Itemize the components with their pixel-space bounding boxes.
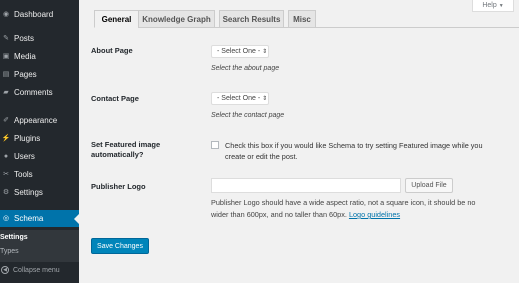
- collapse-menu-button[interactable]: ◀ Collapse menu: [0, 266, 60, 274]
- select-arrows-icon: ⇕: [262, 96, 268, 102]
- sidebar-item-label: Posts: [14, 34, 35, 43]
- pages-icon: ▤: [2, 71, 10, 78]
- publisher-logo-input[interactable]: [211, 178, 401, 193]
- sidebar-item-label: Pages: [14, 70, 37, 79]
- publisher-logo-description: Publisher Logo should have a wide aspect…: [211, 197, 511, 221]
- help-tab-button[interactable]: Help ▼: [472, 0, 514, 12]
- featured-image-label-line2: automatically?: [91, 150, 144, 159]
- publisher-logo-label: Publisher Logo: [91, 182, 146, 191]
- sidebar-item-appearance[interactable]: ✐ Appearance: [0, 112, 79, 129]
- featured-image-text-line1: Check this box if you would like Schema …: [225, 141, 483, 150]
- sidebar-item-pages[interactable]: ▤ Pages: [0, 66, 79, 83]
- sidebar-item-schema[interactable]: ◎ Schema: [0, 210, 79, 227]
- contact-page-label: Contact Page: [91, 94, 139, 103]
- select-arrows-icon: ⇕: [262, 49, 268, 55]
- brush-icon: ✐: [3, 117, 9, 124]
- settings-icon: ⚙: [2, 189, 10, 196]
- submenu-item-settings[interactable]: Settings: [0, 234, 28, 241]
- media-icon: ▣: [2, 53, 10, 60]
- chevron-down-icon: ▼: [498, 2, 504, 9]
- sidebar-item-dashboard[interactable]: ◉ Dashboard: [0, 6, 79, 23]
- schema-submenu: Settings Types: [0, 230, 79, 262]
- sidebar-item-users[interactable]: ● Users: [0, 148, 79, 165]
- pin-icon: ✎: [3, 35, 9, 42]
- sidebar-item-label: Comments: [14, 88, 53, 97]
- sidebar-item-label: Appearance: [14, 116, 58, 125]
- sidebar-item-label: Media: [14, 52, 36, 61]
- sidebar-item-tools[interactable]: ✂ Tools: [0, 166, 79, 183]
- comments-icon: ▰: [3, 89, 9, 96]
- sidebar-item-label: Dashboard: [14, 10, 54, 19]
- schema-icon: ◎: [2, 215, 10, 222]
- help-label: Help: [482, 2, 497, 9]
- about-page-select-value: - Select One -: [217, 48, 261, 55]
- contact-page-select[interactable]: - Select One - ⇕: [211, 92, 269, 105]
- wrench-icon: ✂: [3, 171, 9, 178]
- dashboard-icon: ◉: [2, 11, 10, 18]
- logo-guidelines-link[interactable]: Logo guidelines: [349, 210, 400, 219]
- contact-page-select-value: - Select One -: [217, 95, 261, 102]
- sidebar-item-settings[interactable]: ⚙ Settings: [0, 184, 79, 201]
- featured-image-help-text: Check this box if you would like Schema …: [225, 140, 515, 162]
- sidebar-item-label: Schema: [14, 214, 44, 223]
- tab-general[interactable]: General: [94, 10, 139, 28]
- publisher-logo-desc-line2-text: wider than 600px, and no taller than 60p…: [211, 210, 347, 219]
- about-page-description: Select the about page: [211, 65, 280, 72]
- about-page-label: About Page: [91, 46, 133, 55]
- upload-file-button[interactable]: Upload File: [405, 178, 453, 193]
- users-icon: ●: [3, 153, 9, 160]
- sidebar-item-comments[interactable]: ▰ Comments: [0, 84, 79, 101]
- collapse-icon: ◀: [1, 266, 9, 274]
- sidebar-item-plugins[interactable]: ⚡ Plugins: [0, 130, 79, 147]
- submenu-item-types[interactable]: Types: [0, 248, 19, 255]
- sidebar-item-label: Settings: [14, 188, 43, 197]
- plugin-icon: ⚡: [1, 135, 11, 142]
- save-changes-button[interactable]: Save Changes: [91, 238, 149, 254]
- sidebar-item-label: Users: [14, 152, 35, 161]
- sidebar-item-posts[interactable]: ✎ Posts: [0, 30, 79, 47]
- tab-search-results[interactable]: Search Results: [219, 10, 284, 28]
- tab-misc[interactable]: Misc: [288, 10, 316, 28]
- sidebar-item-media[interactable]: ▣ Media: [0, 48, 79, 65]
- tab-knowledge-graph[interactable]: Knowledge Graph: [138, 10, 215, 28]
- contact-page-description: Select the contact page: [211, 112, 285, 119]
- publisher-logo-desc-line1: Publisher Logo should have a wide aspect…: [211, 198, 476, 207]
- publisher-logo-desc-line2: wider than 600px, and no taller than 60p…: [211, 209, 511, 221]
- featured-image-label: Set Featured image automatically?: [91, 140, 160, 160]
- featured-image-label-line1: Set Featured image: [91, 140, 161, 149]
- featured-image-text-line2: create or edit the post.: [225, 152, 298, 161]
- featured-image-checkbox[interactable]: [211, 141, 219, 149]
- admin-sidebar: ◉ Dashboard ✎ Posts ▣ Media ▤ Pages ▰ Comments ✐ Ap…: [0, 0, 79, 283]
- sidebar-item-label: Tools: [14, 170, 33, 179]
- about-page-select[interactable]: - Select One - ⇕: [211, 45, 269, 58]
- collapse-menu-label: Collapse menu: [13, 266, 60, 274]
- sidebar-item-label: Plugins: [14, 134, 41, 143]
